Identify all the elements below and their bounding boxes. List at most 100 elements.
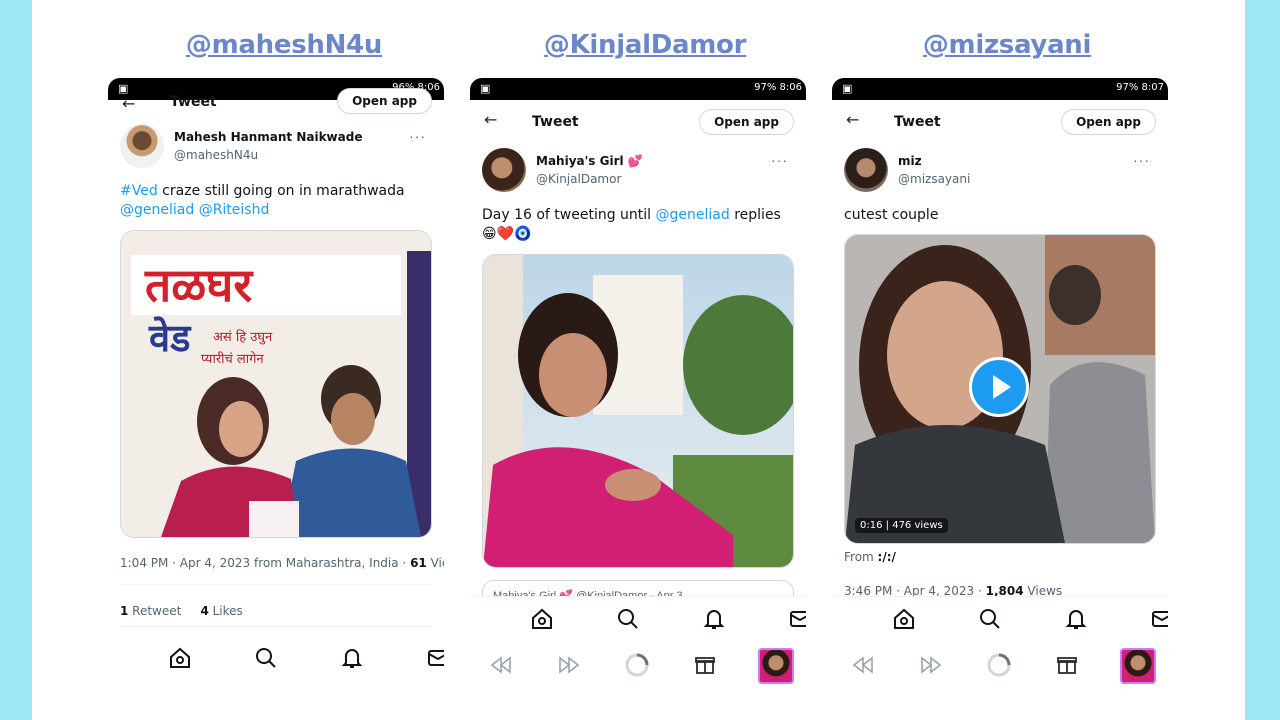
header-maheshn4u[interactable]: @maheshN4u bbox=[134, 30, 434, 60]
status-battery: 97% 8:06 bbox=[754, 82, 802, 93]
tweet-image-photo[interactable] bbox=[482, 254, 794, 568]
arrow-left-icon[interactable]: ← bbox=[122, 94, 135, 113]
poster-tagline-2: प्यारीचं लागेन bbox=[201, 351, 264, 367]
mention-link[interactable]: @Riteishd bbox=[199, 202, 270, 218]
mail-icon[interactable] bbox=[1150, 607, 1168, 631]
like-label[interactable]: Likes bbox=[209, 604, 243, 618]
tweet-emojis: 😁❤️🧿 bbox=[482, 226, 532, 242]
view-label: Vie bbox=[430, 556, 444, 570]
search-icon[interactable] bbox=[616, 607, 640, 631]
tweet-tail: replies bbox=[729, 207, 781, 223]
home-icon[interactable] bbox=[892, 607, 916, 631]
author-name[interactable]: miz bbox=[898, 154, 922, 168]
bottom-nav bbox=[470, 596, 806, 641]
arrow-left-icon[interactable]: ← bbox=[846, 110, 859, 129]
home-icon[interactable] bbox=[530, 607, 554, 631]
bottom-nav bbox=[108, 636, 444, 680]
tweet-author[interactable]: miz @mizsayani ··· bbox=[844, 148, 1156, 196]
view-count: 61 bbox=[410, 556, 427, 570]
more-dots-icon[interactable]: ··· bbox=[771, 152, 788, 168]
tweet-image-poster[interactable]: तळघर वेड असं हि उघुन प्यारीचं लागेन bbox=[120, 230, 432, 538]
author-name[interactable]: Mahesh Hanmant Naikwade bbox=[174, 130, 362, 144]
mail-icon[interactable] bbox=[426, 646, 444, 670]
tweet-text: #Ved craze still going on in marathwada … bbox=[120, 182, 432, 220]
browser-toolbar bbox=[832, 640, 1168, 688]
rewind-icon[interactable] bbox=[850, 652, 876, 678]
author-handle[interactable]: @maheshN4u bbox=[174, 148, 258, 162]
status-bar: ▣ 97% 8:06 bbox=[470, 78, 806, 100]
topbar-title: Tweet bbox=[532, 114, 579, 130]
tweet-text: Day 16 of tweeting until @geneliad repli… bbox=[482, 206, 794, 244]
divider bbox=[120, 626, 432, 627]
from-label: From bbox=[844, 550, 878, 564]
poster-subtitle: वेड bbox=[148, 316, 192, 360]
home-icon[interactable] bbox=[168, 646, 192, 670]
video-views: 476 views bbox=[892, 520, 943, 531]
tweet-body: Day 16 of tweeting until bbox=[482, 207, 656, 223]
tweet-stats: 1 Retweet 4 Likes bbox=[120, 604, 243, 618]
gift-icon[interactable] bbox=[692, 652, 718, 678]
avatar[interactable] bbox=[482, 148, 526, 192]
more-dots-icon[interactable]: ··· bbox=[409, 128, 426, 144]
tweet-body: craze still going on in marathwada bbox=[157, 183, 405, 199]
tweet-author[interactable]: Mahiya's Girl 💕 @KinjalDamor ··· bbox=[482, 148, 794, 196]
tweet-timestamp: 1:04 PM · Apr 4, 2023 from Maharashtra, … bbox=[120, 556, 444, 570]
fast-forward-icon[interactable] bbox=[556, 652, 582, 678]
phone-screenshot-2: ▣ 97% 8:06 ← Tweet Open app Mahiya's Gir… bbox=[470, 78, 806, 720]
image-icon: ▣ bbox=[842, 82, 853, 95]
status-battery: 97% 8:07 bbox=[1116, 82, 1164, 93]
video-stats-badge: 0:16 | 476 views bbox=[855, 518, 948, 533]
search-icon[interactable] bbox=[978, 607, 1002, 631]
woman-photo bbox=[483, 255, 793, 567]
tweet-author[interactable]: Mahesh Hanmant Naikwade @maheshN4u ··· bbox=[120, 124, 432, 172]
rewind-icon[interactable] bbox=[488, 652, 514, 678]
play-icon bbox=[993, 375, 1011, 399]
bell-icon[interactable] bbox=[340, 646, 364, 670]
video-source: From :/:/ bbox=[844, 550, 1168, 564]
phone-screenshot-1: ▣ 96% 8:06 ← Tweet Open app Mahesh Hanma… bbox=[108, 78, 444, 720]
collage-canvas: @maheshN4u @KinjalDamor @mizsayani ▣ 96%… bbox=[32, 0, 1245, 720]
tweet-topbar: ← Tweet Open app bbox=[470, 100, 806, 144]
poster-photo: तळघर वेड असं हि उघुन प्यारीचं लागेन bbox=[121, 231, 431, 537]
poster-tagline-1: असं हि उघुन bbox=[213, 329, 273, 345]
profile-thumbnail[interactable] bbox=[1120, 648, 1156, 684]
avatar[interactable] bbox=[120, 124, 164, 168]
more-dots-icon[interactable]: ··· bbox=[1133, 152, 1150, 168]
fast-forward-icon[interactable] bbox=[918, 652, 944, 678]
tweet-video[interactable]: 0:16 | 476 views bbox=[844, 234, 1156, 544]
timestamp-text: 1:04 PM · Apr 4, 2023 from Maharashtra, … bbox=[120, 556, 411, 570]
from-value[interactable]: :/:/ bbox=[878, 550, 896, 564]
divider bbox=[120, 584, 432, 585]
bell-icon[interactable] bbox=[702, 607, 726, 631]
open-app-button[interactable]: Open app bbox=[337, 88, 432, 114]
author-handle[interactable]: @mizsayani bbox=[898, 172, 970, 186]
retweet-label[interactable]: Retweet bbox=[128, 604, 181, 618]
author-handle[interactable]: @KinjalDamor bbox=[536, 172, 621, 186]
tweet-text: cutest couple bbox=[844, 206, 1156, 225]
header-kinjaldamor[interactable]: @KinjalDamor bbox=[495, 30, 795, 60]
open-app-button[interactable]: Open app bbox=[1061, 109, 1156, 135]
mail-icon[interactable] bbox=[788, 607, 806, 631]
tweet-topbar: ← Tweet Open app bbox=[832, 100, 1168, 144]
video-duration: 0:16 bbox=[860, 520, 883, 531]
search-icon[interactable] bbox=[254, 646, 278, 670]
hashtag-link[interactable]: #Ved bbox=[120, 183, 158, 199]
poster-title: तळघर bbox=[144, 258, 254, 312]
play-button[interactable] bbox=[969, 357, 1029, 417]
header-mizsayani[interactable]: @mizsayani bbox=[857, 30, 1157, 60]
bell-icon[interactable] bbox=[1064, 607, 1088, 631]
mention-link[interactable]: @geneliad bbox=[120, 202, 194, 218]
avatar[interactable] bbox=[844, 148, 888, 192]
mention-link[interactable]: @geneliad bbox=[656, 207, 730, 223]
profile-thumbnail[interactable] bbox=[758, 648, 794, 684]
like-count[interactable]: 4 bbox=[200, 604, 208, 618]
topbar-title: Tweet bbox=[894, 114, 941, 130]
open-app-button[interactable]: Open app bbox=[699, 109, 794, 135]
browser-toolbar bbox=[470, 640, 806, 688]
author-name[interactable]: Mahiya's Girl 💕 bbox=[536, 154, 643, 168]
bottom-nav bbox=[832, 596, 1168, 641]
arrow-left-icon[interactable]: ← bbox=[484, 110, 497, 129]
image-icon: ▣ bbox=[480, 82, 491, 95]
topbar-title: Tweet bbox=[170, 94, 217, 110]
gift-icon[interactable] bbox=[1054, 652, 1080, 678]
